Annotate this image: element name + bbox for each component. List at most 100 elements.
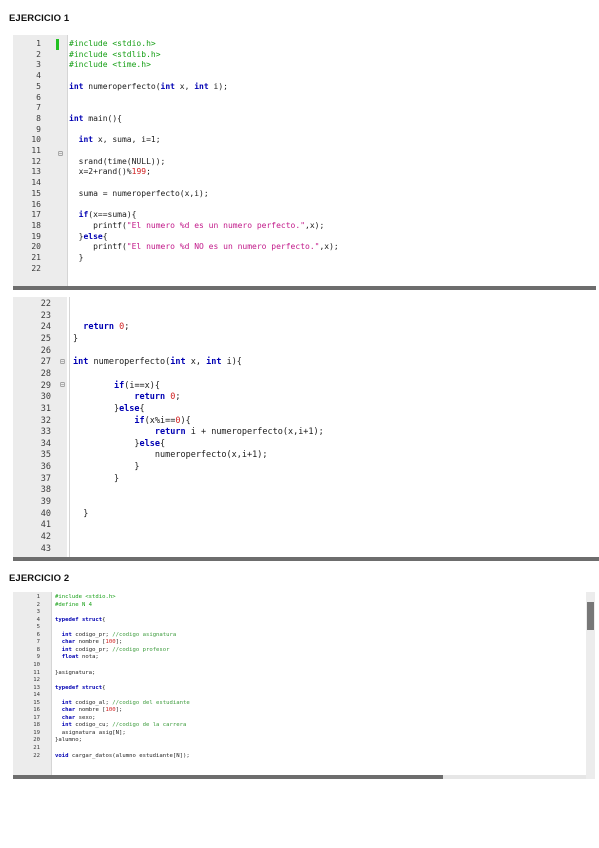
code-token: srand(time(NULL));	[69, 156, 166, 166]
code-text[interactable]: }else{	[69, 232, 108, 243]
code-text[interactable]: srand(time(NULL));	[69, 156, 166, 168]
code-text[interactable]: int codigo_pr; //codigo profesor	[55, 647, 170, 655]
code-text[interactable]: }	[73, 334, 78, 346]
horizontal-scrollbar[interactable]	[13, 557, 599, 561]
code-text[interactable]: if(i==x){	[73, 381, 160, 393]
code-text[interactable]: float nota;	[55, 654, 99, 662]
code-text[interactable]: typedef struct{	[55, 617, 106, 625]
fold-toggle-icon[interactable]: ⊟	[60, 357, 65, 366]
code-text[interactable]: }	[73, 474, 119, 486]
code-text[interactable]: if(x==suma){	[69, 210, 137, 221]
code-line: 11}asignatura;	[13, 670, 595, 678]
code-token: int	[160, 81, 175, 91]
code-text[interactable]: asignatura asig[N];	[55, 730, 126, 738]
code-token: char	[61, 639, 76, 646]
code-line: 36 }	[13, 462, 599, 474]
code-token: if	[113, 380, 125, 391]
scrollbar-thumb[interactable]	[587, 602, 594, 630]
code-token: {	[160, 438, 166, 449]
code-text[interactable]: return i + numeroperfecto(x,i+1);	[73, 427, 324, 439]
line-number: 9	[36, 654, 40, 661]
code-text[interactable]: }else{	[73, 404, 145, 416]
vertical-scrollbar[interactable]	[586, 592, 595, 779]
code-text[interactable]: return 0;	[73, 322, 129, 334]
code-token: asignatura asig[N];	[55, 729, 126, 736]
code-token: i){	[221, 357, 242, 368]
code-text[interactable]: }	[73, 509, 88, 521]
code-line: 1 #include <stdio.h>	[13, 39, 596, 50]
code-editor-ejercicio-1-part-2[interactable]: 22 23 24 return 0; 25} 26 27 int numeroperfect…	[13, 297, 599, 561]
code-line: 22	[13, 299, 599, 311]
scrollbar-thumb[interactable]	[13, 286, 596, 290]
code-token: return	[83, 322, 114, 333]
line-number: 18	[33, 722, 40, 729]
code-line: 21	[13, 745, 595, 753]
code-line: 9 float nota;	[13, 654, 595, 662]
code-text[interactable]: return 0;	[73, 392, 180, 404]
code-text[interactable]: int numeroperfecto(int x, int i);	[69, 82, 228, 93]
code-text[interactable]: char nombre [100];	[55, 639, 123, 647]
code-token: codigo_pr;	[71, 631, 113, 638]
code-line: 31 }else{	[13, 404, 599, 416]
code-line: 32 if(x%i==0){	[13, 416, 599, 428]
code-line: 4	[13, 71, 596, 82]
code-text[interactable]: }	[73, 462, 139, 474]
code-line: 34 }else{	[13, 439, 599, 451]
code-line: 21 }	[13, 253, 596, 264]
code-text[interactable]: }asignatura;	[55, 670, 95, 678]
code-line: 22	[13, 264, 596, 275]
code-editor-ejercicio-2[interactable]: 1 #include <stdio.h> 2 #define N 4 3 4 typedef…	[13, 592, 595, 779]
code-token: int	[69, 113, 84, 123]
code-text[interactable]: int x, suma, i=1;	[69, 135, 161, 146]
code-text[interactable]: numeroperfecto(x,i+1);	[73, 450, 268, 462]
scrollbar-thumb[interactable]	[13, 557, 599, 561]
code-text[interactable]: int numeroperfecto(int x, int i){	[73, 357, 242, 369]
horizontal-scrollbar[interactable]	[13, 286, 596, 290]
code-text[interactable]: #define N 4	[55, 602, 92, 610]
code-token: ;	[146, 167, 151, 177]
line-number: 24	[40, 322, 51, 333]
code-text[interactable]: #include <time.h>	[69, 60, 151, 71]
line-number: 1	[36, 594, 40, 600]
code-token: nota;	[78, 654, 99, 661]
code-text[interactable]: #include <stdlib.h>	[69, 50, 161, 61]
code-text[interactable]: int main(){	[69, 114, 122, 125]
code-token: typedef struct	[55, 616, 103, 623]
code-token: numeroperfecto(x,i+1);	[73, 450, 268, 461]
code-text[interactable]: }alumno;	[55, 737, 82, 745]
code-text[interactable]: void cargar_datos(alumno estudiante[N]);	[55, 753, 190, 761]
code-text[interactable]: typedef struct{	[55, 685, 106, 693]
code-text[interactable]: printf("El numero %d es un numero perfec…	[69, 221, 324, 232]
code-token: ];	[115, 707, 123, 714]
code-text[interactable]: printf("El numero %d NO es un numero per…	[69, 242, 339, 253]
code-line: 8 int main(){	[13, 114, 596, 125]
fold-toggle-icon[interactable]: ⊟	[60, 380, 65, 389]
code-text[interactable]: #include <stdio.h>	[69, 39, 156, 50]
code-text[interactable]: x=2+rand()%199;	[69, 167, 151, 178]
code-text[interactable]: if(x%i==0){	[73, 416, 190, 428]
scrollbar-thumb[interactable]	[13, 775, 443, 779]
code-text[interactable]: int codigo_pr; //codigo asignatura	[55, 631, 177, 640]
section-heading-ejercicio-1: EJERCICIO 1	[9, 13, 70, 24]
code-editor-ejercicio-1-part-1[interactable]: 1 #include <stdio.h> 2 #include <stdlib.h> 3…	[13, 35, 596, 290]
code-line: 13 typedef struct{	[13, 685, 595, 693]
code-text[interactable]: }else{	[73, 439, 165, 451]
code-line: 10 int x, suma, i=1;	[13, 135, 596, 146]
code-text[interactable]: int codigo_cu; //codigo de la carrera	[55, 722, 187, 730]
code-text[interactable]: char nombre [100];	[55, 707, 123, 715]
code-text[interactable]: }	[69, 253, 84, 264]
code-text[interactable]: char sexo;	[55, 715, 96, 723]
line-number: 42	[40, 532, 51, 542]
fold-toggle-icon[interactable]: ⊟	[58, 149, 63, 158]
line-number: 21	[33, 745, 40, 751]
line-number: 31	[40, 403, 51, 414]
code-token: else	[83, 231, 103, 241]
code-text[interactable]: #include <stdio.h>	[55, 594, 116, 602]
code-token: {	[102, 616, 106, 623]
code-text[interactable]: int codigo_al; //codigo del estudiante	[55, 700, 190, 708]
code-text[interactable]: suma = numeroperfecto(x,i);	[69, 189, 209, 200]
horizontal-scrollbar[interactable]	[13, 775, 586, 779]
code-line: 12 srand(time(NULL));	[13, 157, 596, 168]
